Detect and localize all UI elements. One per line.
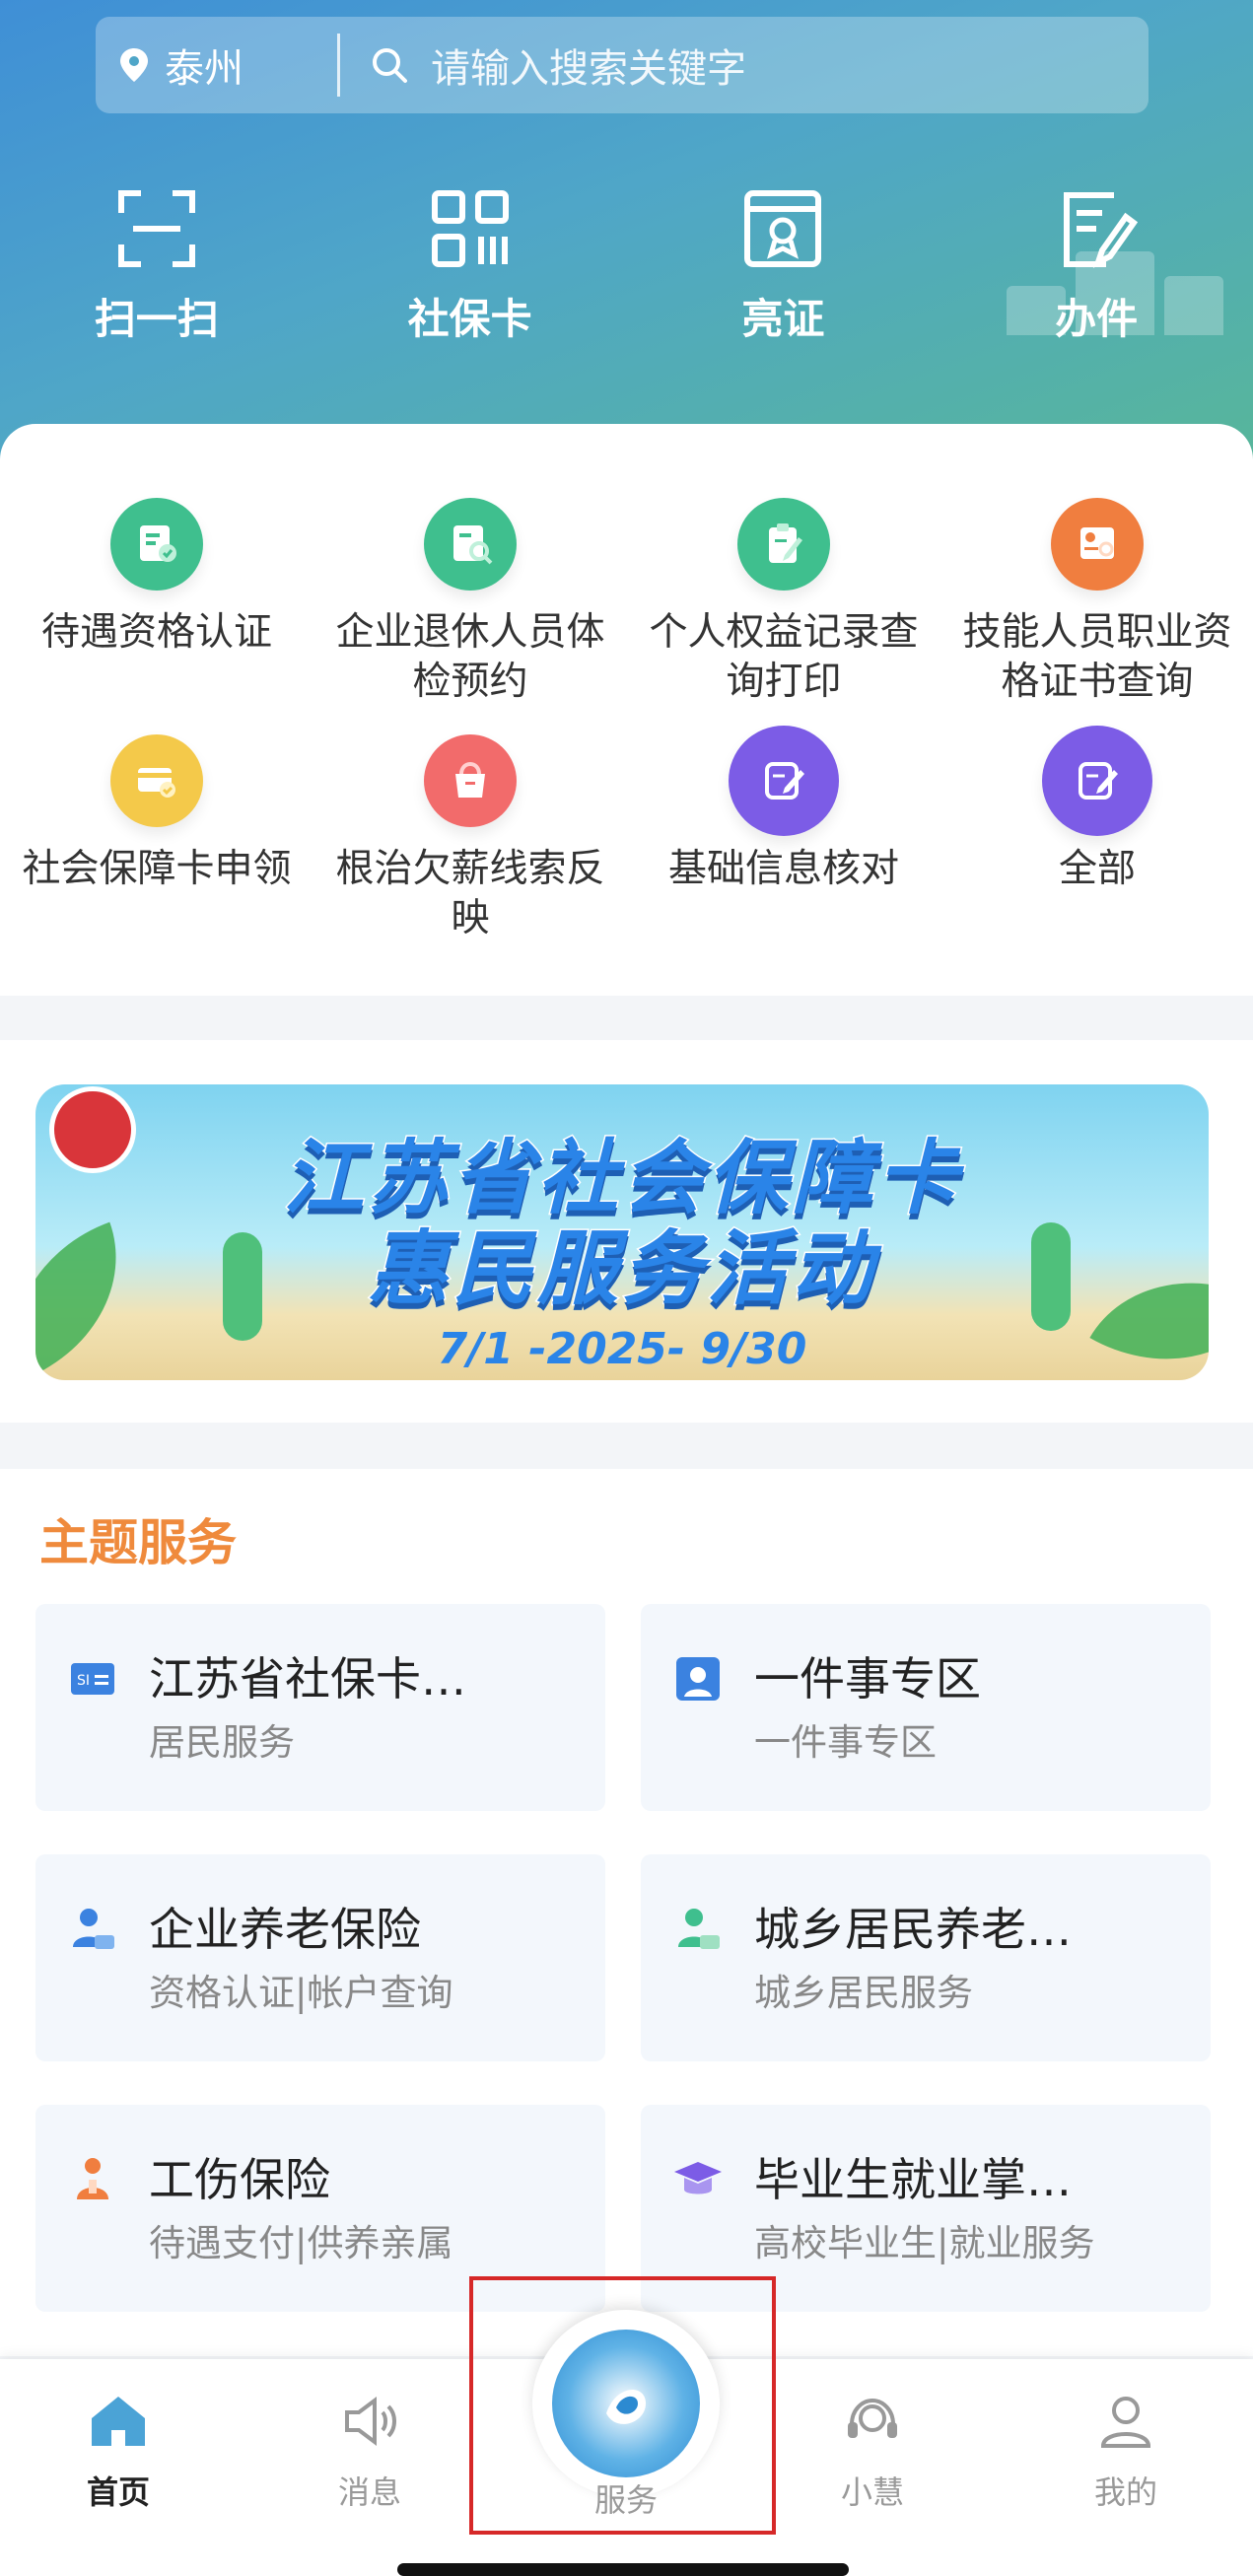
person-badge-icon (676, 1657, 720, 1701)
service-item[interactable]: 待遇资格认证 (0, 498, 313, 707)
tab-label: 首页 (86, 2473, 150, 2511)
service-label: 社会保障卡申领 (22, 847, 292, 891)
injury-insurance-icon (77, 2158, 108, 2199)
theme-card-title: 江苏省社保卡… (149, 1652, 466, 1706)
home-icon (92, 2397, 145, 2446)
header: 泰州 请输入搜索关键字 扫一扫 社保卡 亮证 办件 (0, 0, 1253, 463)
theme-card-subtitle: 居民服务 (149, 1721, 295, 1764)
all-services-icon (1042, 726, 1152, 836)
info-verify-icon (729, 726, 839, 836)
service-item[interactable]: 企业退休人员体检预约 (313, 498, 627, 707)
service-label: 全部 (1058, 847, 1136, 891)
resident-pension-icon (678, 1909, 720, 1949)
service-label: 企业退休人员体检预约 (335, 610, 605, 704)
tab-label: 消息 (337, 2473, 401, 2511)
tab-label: 小慧 (840, 2473, 904, 2511)
quick-action-show-certificate[interactable]: 亮证 (627, 187, 940, 346)
search-divider (337, 34, 340, 97)
search-bar[interactable]: 泰州 请输入搜索关键字 (96, 17, 1149, 113)
service-item[interactable]: 技能人员职业资格证书查询 (940, 498, 1253, 707)
services-panel: 待遇资格认证 企业退休人员体检预约 个人权益记录查询打印 技能人员职业资格证书查… (0, 424, 1253, 996)
theme-card-title: 一件事专区 (754, 1652, 981, 1706)
theme-card-subtitle: 资格认证|帐户查询 (149, 1972, 453, 2014)
service-label: 待遇资格认证 (40, 610, 272, 655)
quick-action-label: 扫一扫 (94, 295, 219, 343)
tab-xiaohui[interactable]: 小慧 (794, 2389, 951, 2513)
headset-icon (848, 2398, 897, 2438)
svg-text:SI: SI (77, 1673, 90, 1689)
graduate-icon (674, 2162, 722, 2194)
service-label: 个人权益记录查询打印 (649, 610, 919, 704)
location-selector[interactable]: 泰州 (96, 17, 337, 113)
theme-card-title: 城乡居民养老… (754, 1903, 1072, 1956)
quick-action-label: 社保卡 (407, 295, 532, 343)
theme-card-title: 毕业生就业掌… (754, 2153, 1072, 2206)
service-item-all[interactable]: 全部 (940, 726, 1253, 943)
enterprise-pension-icon (73, 1909, 114, 1949)
service-item[interactable]: 个人权益记录查询打印 (627, 498, 940, 707)
si-card-icon: SI (71, 1663, 114, 1695)
service-label: 基础信息核对 (667, 847, 899, 891)
theme-card[interactable]: 一件事专区 一件事专区 (641, 1604, 1211, 1811)
certificate-icon (744, 190, 822, 267)
quick-actions: 扫一扫 社保卡 亮证 办件 (0, 187, 1253, 346)
quick-action-label: 亮证 (741, 295, 825, 343)
tab-home[interactable]: 首页 (39, 2389, 197, 2513)
certificate-search-icon (1051, 498, 1144, 591)
theme-card[interactable]: 城乡居民养老… 城乡居民服务 (641, 1854, 1211, 2061)
promo-banner[interactable]: 江苏省社会保障卡 惠民服务活动 7/1 -2025- 9/30 (35, 1084, 1209, 1380)
service-item[interactable]: 基础信息核对 (627, 726, 940, 943)
card-apply-icon (110, 734, 203, 827)
theme-card-title: 工伤保险 (149, 2153, 330, 2206)
tab-mine[interactable]: 我的 (1047, 2389, 1205, 2513)
quick-action-label: 办件 (1055, 295, 1139, 343)
quick-action-handle[interactable]: 办件 (940, 187, 1253, 346)
theme-card-grid: SI 江苏省社保卡… 居民服务 一件事专区 一件事专区 企业养老保险 资格认证|… (35, 1604, 1211, 2312)
theme-card-title: 企业养老保险 (149, 1903, 421, 1956)
section-title: 主题服务 (39, 1514, 237, 1571)
theme-card[interactable]: 企业养老保险 资格认证|帐户查询 (35, 1854, 605, 2061)
theme-services: 主题服务 SI 江苏省社保卡… 居民服务 一件事专区 一件事专区 企业养老保险 … (0, 1469, 1253, 2356)
speaker-icon (345, 2397, 396, 2446)
quick-action-sscard[interactable]: 社保卡 (313, 187, 627, 346)
edit-doc-icon (1064, 192, 1139, 268)
scan-icon (117, 190, 195, 267)
location-label: 泰州 (165, 46, 244, 92)
theme-card-subtitle: 城乡居民服务 (754, 1972, 973, 2014)
service-item[interactable]: 根治欠薪线索反映 (313, 734, 627, 943)
service-label: 根治欠薪线索反映 (335, 847, 605, 940)
home-indicator (397, 2563, 849, 2576)
services-grid: 待遇资格认证 企业退休人员体检预约 个人权益记录查询打印 技能人员职业资格证书查… (0, 498, 1253, 943)
theme-card-subtitle: 高校毕业生|就业服务 (754, 2222, 1095, 2264)
medical-exam-icon (424, 498, 517, 591)
qrcode-icon (431, 190, 509, 267)
tab-label: 我的 (1093, 2473, 1157, 2511)
user-icon (1100, 2397, 1151, 2448)
highlight-box (469, 2276, 776, 2535)
banner-title-line2: 惠民服务活动 (367, 1221, 876, 1318)
service-label: 技能人员职业资格证书查询 (962, 610, 1232, 704)
theme-card-subtitle: 一件事专区 (754, 1721, 937, 1764)
search-input[interactable]: 请输入搜索关键字 (431, 36, 746, 94)
service-item[interactable]: 社会保障卡申领 (0, 734, 313, 943)
quick-action-scan[interactable]: 扫一扫 (0, 187, 313, 346)
location-pin-icon (120, 48, 148, 82)
id-check-icon (110, 498, 203, 591)
search-icon (373, 48, 407, 83)
theme-card[interactable]: SI 江苏省社保卡… 居民服务 (35, 1604, 605, 1811)
banner-section: 江苏省社会保障卡 惠民服务活动 7/1 -2025- 9/30 (0, 1040, 1253, 1423)
theme-card-subtitle: 待遇支付|供养亲属 (149, 2222, 453, 2264)
banner-date-range: 7/1 -2025- 9/30 (437, 1324, 807, 1374)
clipboard-edit-icon (737, 498, 830, 591)
wage-report-icon (424, 734, 517, 827)
tab-messages[interactable]: 消息 (291, 2389, 449, 2513)
